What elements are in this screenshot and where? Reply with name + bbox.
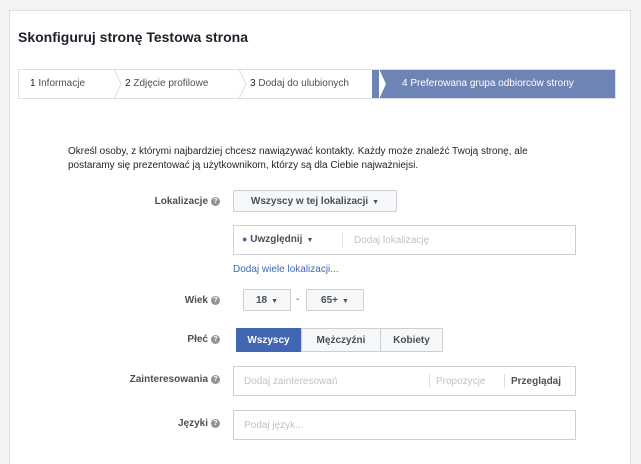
languages-label: Języki? — [100, 418, 220, 429]
suggestions-link[interactable]: Propozycje — [436, 376, 485, 387]
step-favorites[interactable]: 3 Dodaj do ulubionych — [232, 69, 386, 99]
languages-field[interactable]: Podaj język... — [233, 410, 576, 440]
languages-label-text: Języki — [177, 418, 208, 429]
description-text: Określ osoby, z którymi najbardziej chce… — [68, 146, 528, 171]
interests-label-text: Zainteresowania — [129, 374, 208, 385]
step-label: Preferowana grupa odbiorców strony — [410, 78, 574, 89]
add-multiple-locations-link[interactable]: Dodaj wiele lokalizacji... — [233, 264, 339, 275]
location-scope-value: Wszyscy w tej lokalizacji — [250, 196, 369, 207]
chevron-down-icon: ▼ — [306, 237, 314, 244]
step-audience[interactable]: 4 Preferowana grupa odbiorców strony — [372, 70, 615, 98]
help-icon[interactable]: ? — [211, 295, 220, 305]
chevron-down-icon: ▼ — [271, 298, 279, 305]
help-icon[interactable]: ? — [211, 374, 220, 384]
step-label: Dodaj do ulubionych — [258, 78, 349, 89]
age-min-dropdown[interactable]: 18 ▼ — [243, 289, 291, 311]
interests-field[interactable]: Dodaj zainteresowań Propozycje Przegląda… — [233, 366, 576, 396]
step-label: Informacje — [38, 78, 86, 89]
gender-all-button[interactable]: Wszyscy — [236, 328, 301, 352]
location-label: Lokalizacje? — [100, 196, 220, 207]
include-dropdown[interactable]: ● Uwzględnij ▼ — [242, 234, 313, 245]
browse-link[interactable]: Przeglądaj — [511, 376, 561, 387]
step-number: 3 — [250, 78, 256, 89]
divider — [429, 374, 430, 388]
languages-input[interactable]: Podaj język... — [244, 420, 303, 431]
interests-input[interactable]: Dodaj zainteresowań — [244, 376, 337, 387]
step-number: 4 — [402, 78, 408, 89]
location-field[interactable]: ● Uwzględnij ▼ Dodaj lokalizację — [233, 225, 576, 255]
include-value: Uwzględnij — [250, 234, 303, 245]
interests-label: Zainteresowania? — [100, 374, 220, 385]
help-icon[interactable]: ? — [211, 418, 220, 428]
age-min-value: 18 — [255, 295, 268, 306]
divider — [504, 374, 505, 388]
age-separator: - — [296, 294, 300, 305]
age-label-text: Wiek — [184, 295, 208, 306]
gender-label: Płeć? — [100, 334, 220, 345]
step-number: 2 — [125, 78, 131, 89]
help-icon[interactable]: ? — [211, 196, 220, 206]
gender-men-button[interactable]: Mężczyźni — [301, 328, 381, 352]
age-max-value: 65+ — [321, 295, 339, 306]
divider — [342, 232, 343, 248]
location-input[interactable]: Dodaj lokalizację — [354, 235, 429, 246]
chevron-down-icon: ▼ — [372, 199, 380, 206]
gender-label-text: Płeć — [187, 334, 208, 345]
age-max-dropdown[interactable]: 65+ ▼ — [306, 289, 364, 311]
page-title: Skonfiguruj stronę Testowa strona — [18, 29, 248, 45]
step-info[interactable]: 1 Informacje — [19, 69, 122, 99]
help-icon[interactable]: ? — [211, 334, 220, 344]
location-scope-dropdown[interactable]: Wszyscy w tej lokalizacji ▼ — [233, 190, 397, 212]
step-number: 1 — [30, 78, 36, 89]
age-label: Wiek? — [100, 295, 220, 306]
setup-steps: 1 Informacje 2 Zdjęcie profilowe 3 Dodaj… — [18, 69, 616, 99]
chevron-down-icon: ▼ — [342, 298, 349, 305]
location-pin-icon: ● — [242, 234, 248, 244]
location-label-text: Lokalizacje — [154, 196, 208, 207]
gender-women-button[interactable]: Kobiety — [380, 328, 443, 352]
step-label: Zdjęcie profilowe — [133, 78, 209, 89]
step-profile-picture[interactable]: 2 Zdjęcie profilowe — [107, 69, 247, 99]
